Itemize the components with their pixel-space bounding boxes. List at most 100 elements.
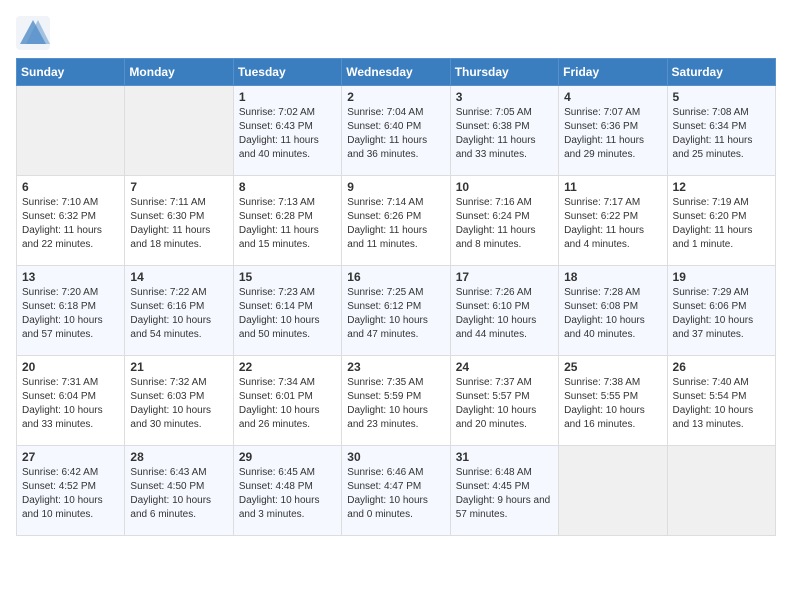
day-info: Sunrise: 7:31 AM Sunset: 6:04 PM Dayligh… bbox=[22, 376, 119, 432]
calendar-cell: 22 Sunrise: 7:34 AM Sunset: 6:01 PM Dayl… bbox=[233, 356, 341, 446]
day-number: 13 bbox=[22, 270, 119, 284]
day-info: Sunrise: 7:16 AM Sunset: 6:24 PM Dayligh… bbox=[456, 196, 553, 252]
day-number: 31 bbox=[456, 450, 553, 464]
sunset-text: Sunset: 6:22 PM bbox=[564, 211, 638, 222]
calendar-cell: 11 Sunrise: 7:17 AM Sunset: 6:22 PM Dayl… bbox=[559, 176, 667, 266]
daylight-text: Daylight: 10 hours and 40 minutes. bbox=[564, 315, 645, 340]
day-info: Sunrise: 7:29 AM Sunset: 6:06 PM Dayligh… bbox=[673, 286, 770, 342]
sunset-text: Sunset: 4:45 PM bbox=[456, 481, 530, 492]
day-number: 16 bbox=[347, 270, 444, 284]
sunset-text: Sunset: 6:06 PM bbox=[673, 301, 747, 312]
calendar-cell: 1 Sunrise: 7:02 AM Sunset: 6:43 PM Dayli… bbox=[233, 86, 341, 176]
day-number: 7 bbox=[130, 180, 227, 194]
sunset-text: Sunset: 4:50 PM bbox=[130, 481, 204, 492]
calendar-cell: 23 Sunrise: 7:35 AM Sunset: 5:59 PM Dayl… bbox=[342, 356, 450, 446]
sunrise-text: Sunrise: 7:19 AM bbox=[673, 197, 749, 208]
day-number: 20 bbox=[22, 360, 119, 374]
sunrise-text: Sunrise: 7:32 AM bbox=[130, 377, 206, 388]
calendar-cell: 20 Sunrise: 7:31 AM Sunset: 6:04 PM Dayl… bbox=[17, 356, 125, 446]
calendar-cell: 13 Sunrise: 7:20 AM Sunset: 6:18 PM Dayl… bbox=[17, 266, 125, 356]
calendar-cell: 10 Sunrise: 7:16 AM Sunset: 6:24 PM Dayl… bbox=[450, 176, 558, 266]
daylight-text: Daylight: 9 hours and 57 minutes. bbox=[456, 495, 551, 520]
daylight-text: Daylight: 10 hours and 20 minutes. bbox=[456, 405, 537, 430]
sunset-text: Sunset: 6:12 PM bbox=[347, 301, 421, 312]
day-number: 1 bbox=[239, 90, 336, 104]
day-number: 17 bbox=[456, 270, 553, 284]
sunset-text: Sunset: 6:28 PM bbox=[239, 211, 313, 222]
daylight-text: Daylight: 10 hours and 13 minutes. bbox=[673, 405, 754, 430]
day-info: Sunrise: 7:22 AM Sunset: 6:16 PM Dayligh… bbox=[130, 286, 227, 342]
sunset-text: Sunset: 6:34 PM bbox=[673, 121, 747, 132]
sunset-text: Sunset: 6:26 PM bbox=[347, 211, 421, 222]
sunrise-text: Sunrise: 7:22 AM bbox=[130, 287, 206, 298]
sunset-text: Sunset: 6:08 PM bbox=[564, 301, 638, 312]
sunset-text: Sunset: 6:18 PM bbox=[22, 301, 96, 312]
day-number: 25 bbox=[564, 360, 661, 374]
day-number: 10 bbox=[456, 180, 553, 194]
calendar-cell: 24 Sunrise: 7:37 AM Sunset: 5:57 PM Dayl… bbox=[450, 356, 558, 446]
calendar-week-row: 13 Sunrise: 7:20 AM Sunset: 6:18 PM Dayl… bbox=[17, 266, 776, 356]
day-header: Sunday bbox=[17, 59, 125, 86]
daylight-text: Daylight: 11 hours and 22 minutes. bbox=[22, 225, 102, 250]
daylight-text: Daylight: 11 hours and 4 minutes. bbox=[564, 225, 644, 250]
day-number: 23 bbox=[347, 360, 444, 374]
calendar-cell: 28 Sunrise: 6:43 AM Sunset: 4:50 PM Dayl… bbox=[125, 446, 233, 536]
logo bbox=[16, 16, 52, 50]
day-info: Sunrise: 7:38 AM Sunset: 5:55 PM Dayligh… bbox=[564, 376, 661, 432]
daylight-text: Daylight: 10 hours and 54 minutes. bbox=[130, 315, 211, 340]
day-info: Sunrise: 7:05 AM Sunset: 6:38 PM Dayligh… bbox=[456, 106, 553, 162]
day-info: Sunrise: 7:02 AM Sunset: 6:43 PM Dayligh… bbox=[239, 106, 336, 162]
day-number: 22 bbox=[239, 360, 336, 374]
calendar-cell: 4 Sunrise: 7:07 AM Sunset: 6:36 PM Dayli… bbox=[559, 86, 667, 176]
sunset-text: Sunset: 6:40 PM bbox=[347, 121, 421, 132]
sunrise-text: Sunrise: 7:29 AM bbox=[673, 287, 749, 298]
daylight-text: Daylight: 10 hours and 33 minutes. bbox=[22, 405, 103, 430]
sunrise-text: Sunrise: 7:17 AM bbox=[564, 197, 640, 208]
day-header: Tuesday bbox=[233, 59, 341, 86]
sunset-text: Sunset: 6:30 PM bbox=[130, 211, 204, 222]
daylight-text: Daylight: 11 hours and 36 minutes. bbox=[347, 135, 427, 160]
calendar-cell: 29 Sunrise: 6:45 AM Sunset: 4:48 PM Dayl… bbox=[233, 446, 341, 536]
calendar-cell: 5 Sunrise: 7:08 AM Sunset: 6:34 PM Dayli… bbox=[667, 86, 775, 176]
calendar-cell: 17 Sunrise: 7:26 AM Sunset: 6:10 PM Dayl… bbox=[450, 266, 558, 356]
sunrise-text: Sunrise: 7:02 AM bbox=[239, 107, 315, 118]
sunset-text: Sunset: 6:32 PM bbox=[22, 211, 96, 222]
day-number: 9 bbox=[347, 180, 444, 194]
sunrise-text: Sunrise: 7:23 AM bbox=[239, 287, 315, 298]
logo-icon bbox=[16, 16, 50, 50]
sunrise-text: Sunrise: 7:16 AM bbox=[456, 197, 532, 208]
calendar-cell bbox=[559, 446, 667, 536]
calendar-week-row: 6 Sunrise: 7:10 AM Sunset: 6:32 PM Dayli… bbox=[17, 176, 776, 266]
calendar-cell: 19 Sunrise: 7:29 AM Sunset: 6:06 PM Dayl… bbox=[667, 266, 775, 356]
sunset-text: Sunset: 6:01 PM bbox=[239, 391, 313, 402]
calendar-cell: 30 Sunrise: 6:46 AM Sunset: 4:47 PM Dayl… bbox=[342, 446, 450, 536]
day-info: Sunrise: 7:26 AM Sunset: 6:10 PM Dayligh… bbox=[456, 286, 553, 342]
sunrise-text: Sunrise: 7:14 AM bbox=[347, 197, 423, 208]
sunrise-text: Sunrise: 7:20 AM bbox=[22, 287, 98, 298]
day-number: 6 bbox=[22, 180, 119, 194]
day-info: Sunrise: 7:14 AM Sunset: 6:26 PM Dayligh… bbox=[347, 196, 444, 252]
sunrise-text: Sunrise: 7:38 AM bbox=[564, 377, 640, 388]
daylight-text: Daylight: 10 hours and 26 minutes. bbox=[239, 405, 320, 430]
daylight-text: Daylight: 11 hours and 40 minutes. bbox=[239, 135, 319, 160]
daylight-text: Daylight: 10 hours and 37 minutes. bbox=[673, 315, 754, 340]
sunrise-text: Sunrise: 7:31 AM bbox=[22, 377, 98, 388]
sunrise-text: Sunrise: 7:35 AM bbox=[347, 377, 423, 388]
sunrise-text: Sunrise: 7:05 AM bbox=[456, 107, 532, 118]
calendar-cell: 18 Sunrise: 7:28 AM Sunset: 6:08 PM Dayl… bbox=[559, 266, 667, 356]
day-info: Sunrise: 7:37 AM Sunset: 5:57 PM Dayligh… bbox=[456, 376, 553, 432]
daylight-text: Daylight: 10 hours and 57 minutes. bbox=[22, 315, 103, 340]
daylight-text: Daylight: 10 hours and 3 minutes. bbox=[239, 495, 320, 520]
day-header: Thursday bbox=[450, 59, 558, 86]
day-info: Sunrise: 7:17 AM Sunset: 6:22 PM Dayligh… bbox=[564, 196, 661, 252]
calendar-cell bbox=[125, 86, 233, 176]
header-row: SundayMondayTuesdayWednesdayThursdayFrid… bbox=[17, 59, 776, 86]
calendar-cell: 15 Sunrise: 7:23 AM Sunset: 6:14 PM Dayl… bbox=[233, 266, 341, 356]
calendar-cell: 26 Sunrise: 7:40 AM Sunset: 5:54 PM Dayl… bbox=[667, 356, 775, 446]
day-info: Sunrise: 6:46 AM Sunset: 4:47 PM Dayligh… bbox=[347, 466, 444, 522]
sunrise-text: Sunrise: 7:04 AM bbox=[347, 107, 423, 118]
sunset-text: Sunset: 4:52 PM bbox=[22, 481, 96, 492]
day-info: Sunrise: 7:19 AM Sunset: 6:20 PM Dayligh… bbox=[673, 196, 770, 252]
day-info: Sunrise: 6:42 AM Sunset: 4:52 PM Dayligh… bbox=[22, 466, 119, 522]
daylight-text: Daylight: 10 hours and 30 minutes. bbox=[130, 405, 211, 430]
